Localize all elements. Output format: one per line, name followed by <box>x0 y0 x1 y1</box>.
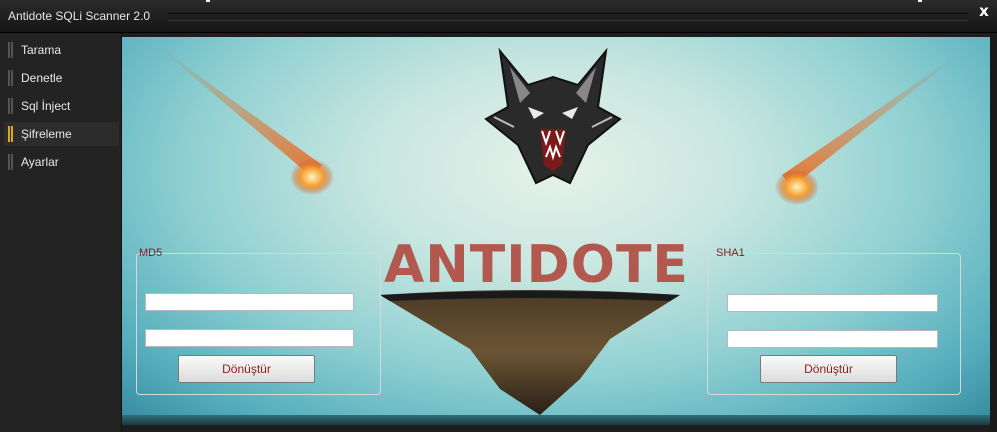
title-groove <box>168 13 968 21</box>
md5-convert-button[interactable]: Dönüştür <box>178 355 315 383</box>
right-border <box>990 33 997 432</box>
sidebar-item-denetle[interactable]: Denetle <box>4 66 119 90</box>
sidebar-item-sifreleme[interactable]: Şifreleme <box>4 122 119 146</box>
md5-group-title: MD5 <box>139 247 163 259</box>
wolf-head-icon <box>484 47 622 185</box>
sidebar-item-tarama[interactable]: Tarama <box>4 38 119 62</box>
sidebar-item-label: Denetle <box>21 71 63 85</box>
md5-output-field[interactable] <box>145 329 354 347</box>
sha1-group-title: SHA1 <box>716 247 745 259</box>
nav-indicator <box>8 126 13 142</box>
title-bar: Antidote SQLi Scanner 2.0 x <box>0 0 997 33</box>
logo-text: ANTIDOTE <box>384 235 689 295</box>
nav-indicator <box>8 42 13 58</box>
sidebar-item-label: Sql İnject <box>21 99 71 113</box>
top-edge-mark <box>206 0 210 2</box>
meteor-icon <box>152 42 334 195</box>
top-edge-mark <box>918 0 922 2</box>
sha1-convert-button[interactable]: Dönüştür <box>760 355 897 383</box>
sha1-input-field[interactable] <box>727 294 938 312</box>
banner-panel: ANTIDOTE MD5 Dönüştür SHA1 Dönüştür <box>122 37 990 415</box>
close-button[interactable]: x <box>975 2 993 20</box>
sidebar-item-label: Ayarlar <box>21 155 59 169</box>
nav-indicator <box>8 98 13 114</box>
md5-input-field[interactable] <box>145 293 354 311</box>
floating-island-icon <box>380 290 680 415</box>
meteor-icon <box>775 52 962 205</box>
sidebar-item-sql-inject[interactable]: Sql İnject <box>4 94 119 118</box>
sidebar-item-label: Tarama <box>21 43 62 57</box>
sidebar-item-ayarlar[interactable]: Ayarlar <box>4 150 119 174</box>
sidebar: Tarama Denetle Sql İnject Şifreleme Ayar… <box>0 33 122 432</box>
window-title: Antidote SQLi Scanner 2.0 <box>8 9 151 23</box>
nav-indicator <box>8 154 13 170</box>
nav-indicator <box>8 70 13 86</box>
sidebar-item-label: Şifreleme <box>21 127 72 141</box>
sha1-output-field[interactable] <box>727 330 938 348</box>
banner-bottom-edge <box>122 415 990 425</box>
